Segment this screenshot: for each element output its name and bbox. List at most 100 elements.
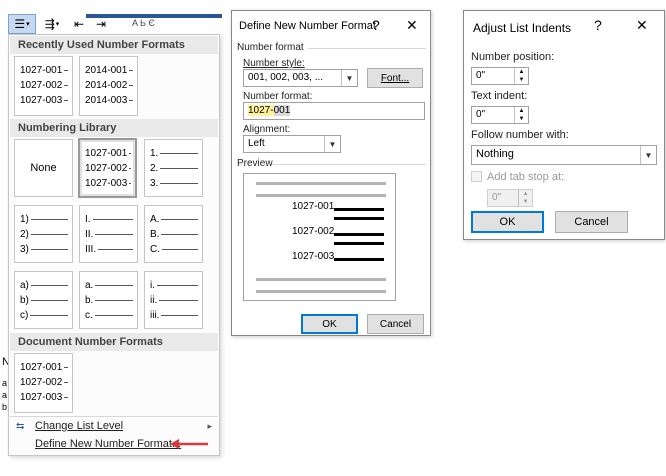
change-list-level-label: Change List Level xyxy=(35,420,124,432)
document-format-tile[interactable]: 1027-001 1027-002 1027-003 xyxy=(14,353,73,413)
list-item-number: 1027-002 xyxy=(20,79,63,91)
ok-button[interactable]: OK xyxy=(471,211,544,233)
list-item-number: 2014-001 xyxy=(85,64,128,76)
text-indent-spinner[interactable]: 0" ▲ ▼ xyxy=(471,106,529,124)
preview-text-bar xyxy=(334,233,384,236)
change-list-level-item[interactable]: ⇆ Change List Level ▸ xyxy=(10,416,218,436)
preview-gray-line xyxy=(256,182,386,185)
font-button[interactable]: Font... xyxy=(367,68,423,88)
follow-number-with-value: Nothing xyxy=(476,148,514,160)
list-item-number: 1027-003 xyxy=(85,177,128,189)
number-format-input[interactable]: 1027-001 xyxy=(243,102,425,120)
list-item-number: 1027-002 xyxy=(20,376,63,388)
tab-stop-value: 0" xyxy=(492,192,502,203)
help-button[interactable]: ? xyxy=(594,17,602,33)
decrease-indent-button[interactable]: ⇤ xyxy=(70,14,88,34)
close-button[interactable]: ✕ xyxy=(406,17,418,34)
follow-number-with-select[interactable]: Nothing ▼ xyxy=(471,145,657,165)
numbering-gallery: Recently Used Number Formats 1027-001 10… xyxy=(8,34,220,456)
library-format-tile[interactable]: a) b) c) xyxy=(14,271,73,329)
number-style-value: 001, 002, 003, ... xyxy=(248,72,324,83)
number-position-spinner[interactable]: 0" ▲ ▼ xyxy=(471,67,529,85)
list-item-number: 3) xyxy=(20,243,29,255)
multilevel-list-icon: ⇶ xyxy=(44,17,55,31)
list-item-number: a. xyxy=(85,279,94,291)
cancel-button-label: Cancel xyxy=(379,318,412,330)
library-format-tile[interactable]: i. ii. iii. xyxy=(144,271,203,329)
none-format-tile[interactable]: None xyxy=(14,139,73,197)
cancel-button-label: Cancel xyxy=(574,216,609,228)
list-item-number: A. xyxy=(150,213,160,225)
list-item-number: 1027-002 xyxy=(85,162,128,174)
preview-item-number: 1027-001 xyxy=(292,201,335,212)
tab-stop-spinner[interactable]: 0" ▲ ▼ xyxy=(487,189,533,207)
dialog-title: Adjust List Indents xyxy=(473,21,572,35)
list-item-number: a) xyxy=(20,279,29,291)
add-tab-stop-checkbox[interactable] xyxy=(471,171,482,182)
library-format-tile[interactable]: I. II. III. xyxy=(79,205,138,263)
spin-down-icon[interactable]: ▼ xyxy=(523,199,529,205)
group-separator xyxy=(308,48,426,49)
list-item-number: II. xyxy=(85,228,94,240)
list-item-number: b) xyxy=(20,294,29,306)
multilevel-list-button[interactable]: ⇶ ▾ xyxy=(38,14,66,34)
doc-margin-text: a xyxy=(2,378,8,388)
spin-up-icon[interactable]: ▲ xyxy=(519,108,525,114)
spin-up-icon[interactable]: ▲ xyxy=(523,191,529,197)
list-item-number: 2014-002 xyxy=(85,79,128,91)
preview-text-bar xyxy=(334,242,384,245)
library-format-tile[interactable]: 1. 2. 3. xyxy=(144,139,203,197)
library-format-tile[interactable]: A. B. C. xyxy=(144,205,203,263)
list-item-number: 1027-001 xyxy=(20,361,63,373)
format-field-code: 001 xyxy=(273,105,291,116)
list-item-number: 1027-001 xyxy=(85,147,128,159)
ok-button[interactable]: OK xyxy=(301,314,358,334)
list-item-number: 3. xyxy=(150,177,159,189)
preview-text-bar xyxy=(334,208,384,211)
none-label: None xyxy=(30,162,57,174)
ok-button-label: OK xyxy=(499,216,516,228)
format-prefix-text: 1027- xyxy=(248,105,274,116)
library-format-tile[interactable]: 1027-001 1027-002 1027-003 xyxy=(78,138,137,198)
text-indent-label: Text indent: xyxy=(471,90,528,102)
define-new-number-format-item[interactable]: Define New Number Format... xyxy=(10,434,218,454)
library-format-tile[interactable]: a. b. c. xyxy=(79,271,138,329)
list-item-number: b. xyxy=(85,294,94,306)
doc-margin-text: a xyxy=(2,390,8,400)
close-button[interactable]: ✕ xyxy=(636,17,648,34)
number-position-label: Number position: xyxy=(471,51,555,63)
alignment-select[interactable]: Left ▼ xyxy=(243,135,341,153)
chevron-down-icon: ▾ xyxy=(55,21,60,28)
recent-format-tile[interactable]: 1027-001 1027-002 1027-003 xyxy=(14,56,73,116)
list-item-number: i. xyxy=(150,279,155,291)
add-tab-stop-label: Add tab stop at: xyxy=(487,171,565,183)
recent-format-tile[interactable]: 2014-001 2014-002 2014-003 xyxy=(79,56,138,116)
list-item-number: 1027-001 xyxy=(20,64,63,76)
spin-down-icon[interactable]: ▼ xyxy=(519,116,525,122)
increase-indent-button[interactable]: ⇥ xyxy=(92,14,110,34)
list-item-number: 2014-003 xyxy=(85,94,128,106)
submenu-arrow-icon: ▸ xyxy=(207,420,212,431)
numbering-list-icon: ☰ xyxy=(14,17,26,31)
ribbon-text-fragment: A Ь Є xyxy=(132,18,155,28)
numbering-button[interactable]: ☰ ▾ xyxy=(8,14,36,34)
list-item-number: c) xyxy=(20,309,29,321)
preview-text-bar xyxy=(334,217,384,220)
cancel-button[interactable]: Cancel xyxy=(555,211,628,233)
list-item-number: 1. xyxy=(150,147,159,159)
list-item-number: III. xyxy=(85,243,97,255)
library-format-tile[interactable]: 1) 2) 3) xyxy=(14,205,73,263)
cancel-button[interactable]: Cancel xyxy=(367,314,424,334)
number-format-label: Number format: xyxy=(243,91,313,102)
help-button[interactable]: ? xyxy=(372,17,380,33)
font-button-label: Font... xyxy=(380,72,410,84)
decrease-indent-icon: ⇤ xyxy=(73,17,85,31)
alignment-value: Left xyxy=(248,138,265,149)
list-item-number: 2. xyxy=(150,162,159,174)
spin-up-icon[interactable]: ▲ xyxy=(519,69,525,75)
spin-down-icon[interactable]: ▼ xyxy=(519,77,525,83)
list-item-number: ii. xyxy=(150,294,158,306)
number-style-select[interactable]: 001, 002, 003, ... ▼ xyxy=(243,69,358,87)
list-item-number: iii. xyxy=(150,309,160,321)
change-level-icon: ⇆ xyxy=(16,420,25,432)
